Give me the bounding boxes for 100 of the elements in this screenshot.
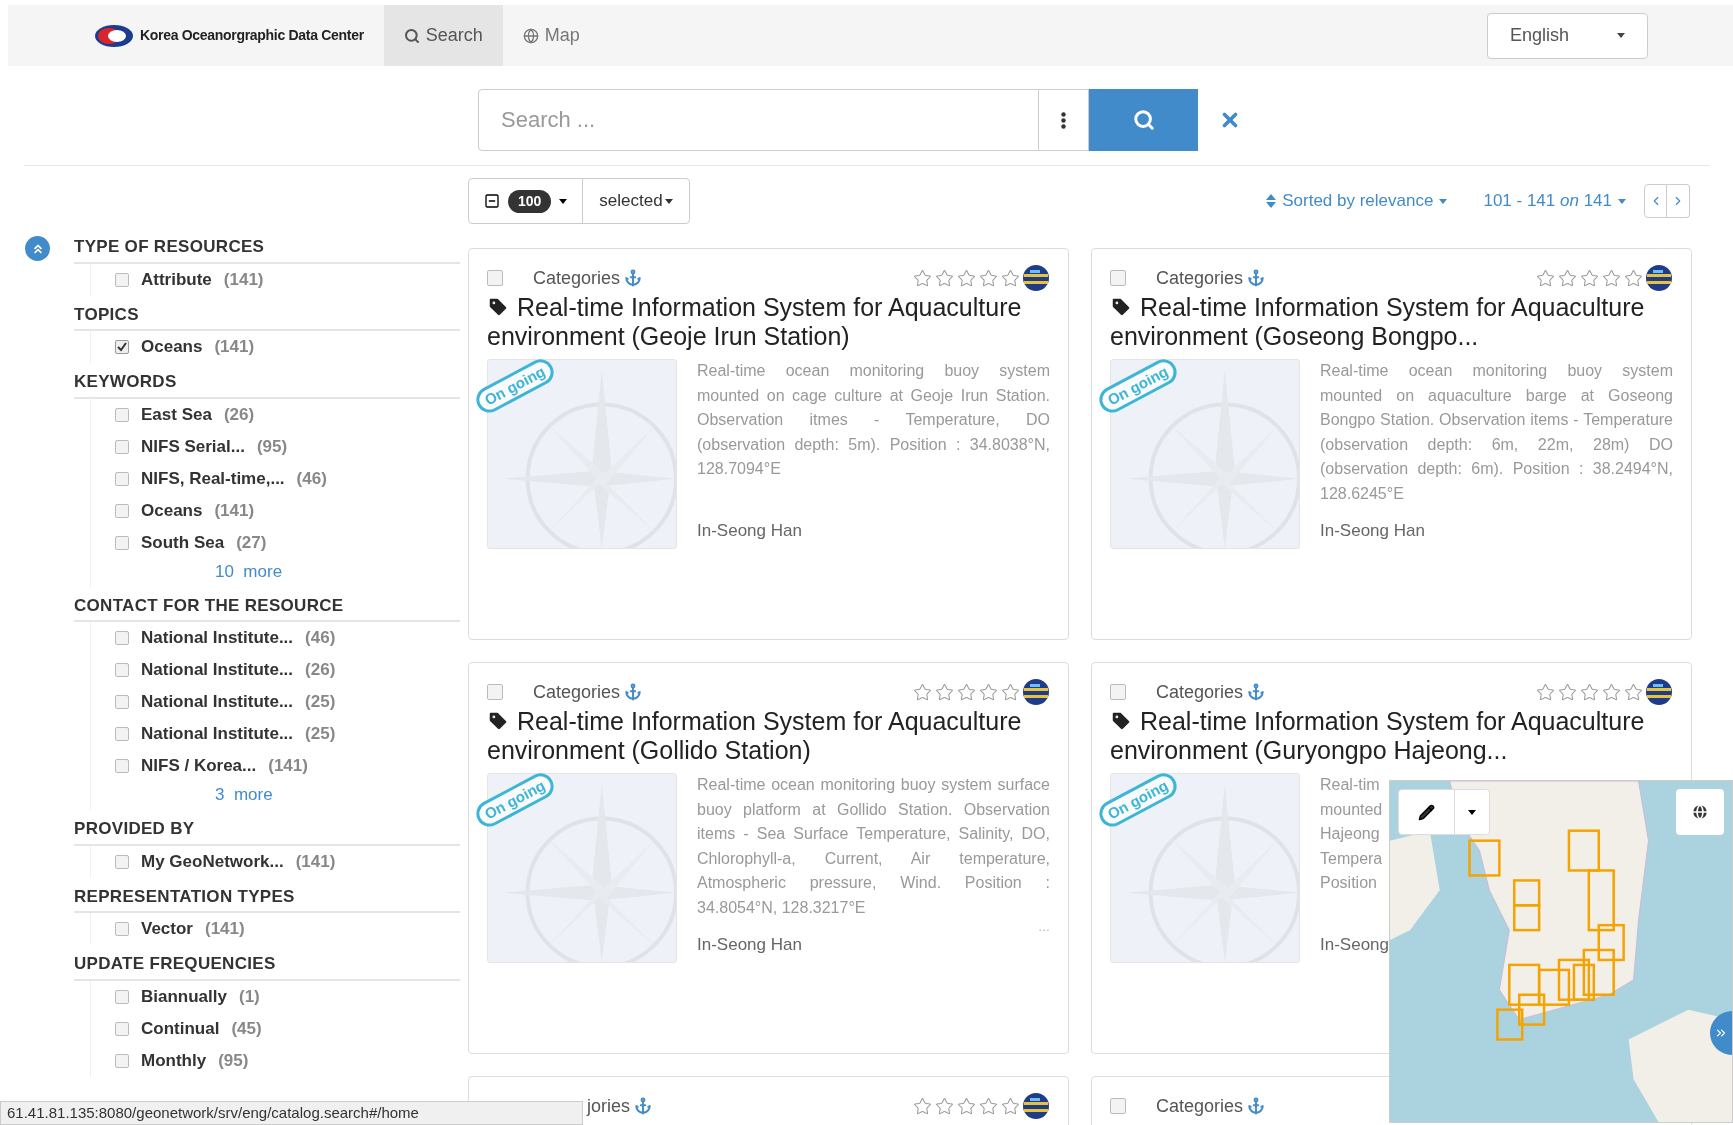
- thumbnail-placeholder[interactable]: [487, 773, 677, 963]
- star-icon[interactable]: [1536, 682, 1555, 702]
- coverage-rectangle[interactable]: [1468, 839, 1501, 877]
- facet-label[interactable]: South Sea: [141, 529, 225, 556]
- next-page-button[interactable]: [1667, 184, 1690, 218]
- facet-checkbox[interactable]: [115, 631, 129, 645]
- facet-label[interactable]: National Institute...: [141, 657, 294, 683]
- facet-checkbox[interactable]: [115, 854, 129, 869]
- star-icon[interactable]: [957, 682, 976, 702]
- star-icon[interactable]: [913, 682, 932, 702]
- previous-page-button[interactable]: [1644, 184, 1667, 218]
- star-icon[interactable]: [1001, 682, 1020, 702]
- coverage-rectangle[interactable]: [1508, 963, 1541, 1006]
- globe-button[interactable]: [1676, 789, 1724, 835]
- more-link[interactable]: 10 more: [215, 558, 460, 587]
- facet-checkbox[interactable]: [115, 1053, 129, 1068]
- facet-label[interactable]: NIFS, Real-time,...: [141, 465, 285, 492]
- star-icon[interactable]: [1558, 268, 1577, 288]
- facet-checkbox[interactable]: [115, 535, 129, 550]
- coverage-rectangle[interactable]: [1567, 829, 1601, 872]
- coverage-rectangle[interactable]: [1513, 904, 1541, 932]
- facet-checkbox[interactable]: [115, 407, 129, 422]
- record-title[interactable]: Real-time Information System for Aquaculture environment (Goseong Bongpo...: [1110, 293, 1673, 351]
- categories-label[interactable]: jories: [587, 1092, 630, 1120]
- facet-label[interactable]: National Institute...: [141, 625, 294, 651]
- coverage-rectangle[interactable]: [1572, 963, 1596, 1001]
- facet-label[interactable]: National Institute...: [141, 721, 294, 747]
- star-rating[interactable]: [913, 268, 1020, 288]
- star-icon[interactable]: [1624, 682, 1643, 702]
- facet-label[interactable]: East Sea: [141, 401, 212, 428]
- facet-checkbox[interactable]: [115, 695, 129, 709]
- nav-tab[interactable]: Map: [502, 5, 600, 66]
- record-card[interactable]: [1091, 248, 1692, 640]
- record-card[interactable]: [468, 248, 1069, 640]
- categories-label[interactable]: Categories: [1156, 264, 1244, 292]
- star-rating[interactable]: [913, 682, 1020, 702]
- star-icon[interactable]: [979, 268, 998, 288]
- search-field[interactable]: Search ...: [478, 89, 1039, 151]
- record-card[interactable]: [468, 662, 1069, 1054]
- star-icon[interactable]: [935, 682, 954, 702]
- facet-label[interactable]: NIFS / Korea...: [141, 753, 257, 779]
- star-icon[interactable]: [1558, 682, 1577, 702]
- categories-label[interactable]: Categories: [533, 264, 621, 292]
- categories-label[interactable]: Categories: [1156, 678, 1244, 706]
- facet-checkbox[interactable]: [115, 922, 129, 936]
- sort-dropdown[interactable]: Sorted by relevance: [1266, 188, 1448, 214]
- facet-label[interactable]: Attribute: [141, 266, 212, 293]
- thumbnail-placeholder[interactable]: [487, 359, 677, 549]
- thumbnail-placeholder[interactable]: [1110, 773, 1300, 963]
- record-card[interactable]: jories: [468, 1076, 1069, 1125]
- star-icon[interactable]: [979, 1096, 998, 1116]
- facet-label[interactable]: Biannually: [141, 983, 227, 1010]
- facet-label[interactable]: My GeoNetwork...: [141, 848, 284, 875]
- selection-dropdown[interactable]: selected: [583, 179, 689, 223]
- nav-tab[interactable]: Search: [383, 5, 503, 66]
- star-icon[interactable]: [957, 1096, 976, 1116]
- star-icon[interactable]: [935, 1096, 954, 1116]
- facet-label[interactable]: Continual: [141, 1015, 220, 1042]
- star-icon[interactable]: [1580, 268, 1599, 288]
- facet-checkbox[interactable]: [115, 471, 129, 486]
- select-checkbox[interactable]: [487, 270, 503, 286]
- record-title[interactable]: Real-time Information System for Aquaculture environment (Geoje Irun Station): [487, 293, 1050, 351]
- star-icon[interactable]: [979, 682, 998, 702]
- star-icon[interactable]: [1536, 268, 1555, 288]
- facet-label[interactable]: Monthly: [141, 1047, 207, 1074]
- facet-checkbox[interactable]: [115, 759, 129, 773]
- coverage-rectangle[interactable]: [1582, 948, 1615, 996]
- coverage-rectangle[interactable]: [1513, 879, 1541, 907]
- star-icon[interactable]: [957, 268, 976, 288]
- page-range-dropdown[interactable]: 101 - 141 on 141: [1483, 188, 1626, 214]
- coverage-rectangle[interactable]: [1597, 923, 1625, 962]
- select-checkbox[interactable]: [487, 684, 503, 700]
- facet-checkbox[interactable]: [115, 439, 129, 454]
- more-link[interactable]: 3 more: [215, 782, 460, 810]
- select-checkbox[interactable]: [1110, 270, 1126, 286]
- facet-label[interactable]: Vector: [141, 916, 193, 942]
- facet-checkbox[interactable]: [115, 989, 129, 1004]
- facet-checkbox[interactable]: [115, 503, 129, 518]
- star-rating[interactable]: [1536, 682, 1643, 702]
- star-icon[interactable]: [1580, 682, 1599, 702]
- coverage-rectangle[interactable]: [1557, 958, 1591, 1001]
- star-icon[interactable]: [1602, 682, 1621, 702]
- facet-checkbox[interactable]: [115, 1021, 129, 1036]
- star-icon[interactable]: [913, 1096, 932, 1116]
- star-rating[interactable]: [1536, 268, 1643, 288]
- select-checkbox[interactable]: [1110, 1098, 1126, 1114]
- record-title[interactable]: Real-time Information System for Aquaculture environment (Gollido Station): [487, 707, 1050, 765]
- collapse-button[interactable]: [25, 236, 50, 261]
- star-icon[interactable]: [935, 268, 954, 288]
- star-icon[interactable]: [1602, 268, 1621, 288]
- coverage-rectangle[interactable]: [1587, 869, 1615, 932]
- facet-checkbox[interactable]: [115, 340, 129, 354]
- star-icon[interactable]: [1001, 268, 1020, 288]
- facet-label[interactable]: Oceans: [141, 497, 203, 524]
- select-checkbox[interactable]: [1110, 684, 1126, 700]
- language-select[interactable]: English: [1487, 12, 1648, 59]
- thumbnail-placeholder[interactable]: [1110, 359, 1300, 549]
- star-icon[interactable]: [1001, 1096, 1020, 1116]
- star-rating[interactable]: [913, 1096, 1020, 1116]
- categories-label[interactable]: Categories: [1156, 1092, 1244, 1120]
